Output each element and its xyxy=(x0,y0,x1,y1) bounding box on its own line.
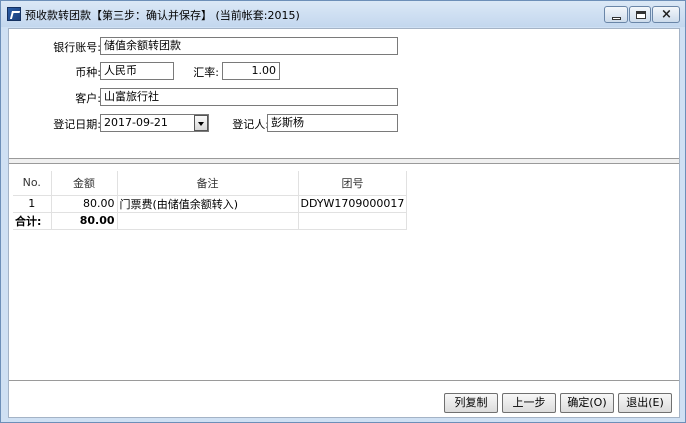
registrant-field[interactable]: 彭斯杨 xyxy=(267,114,398,132)
rate-field[interactable]: 1.00 xyxy=(222,62,280,80)
col-group-header[interactable]: 团号 xyxy=(298,171,408,196)
col-no-header[interactable]: No. xyxy=(13,171,52,196)
registrant-label: 登记人: xyxy=(232,118,269,131)
close-button[interactable]: × xyxy=(652,6,680,23)
panel-splitter[interactable] xyxy=(9,158,679,164)
title-bar[interactable]: 预收款转团款【第三步：确认并保存】 (当前帐套:2015) × xyxy=(1,1,685,27)
maximize-button[interactable] xyxy=(629,6,651,23)
prev-step-button[interactable]: 上一步 xyxy=(502,393,556,413)
bank-account-field[interactable]: 储值余额转团款 xyxy=(100,37,398,55)
row-amount[interactable]: 80.00 xyxy=(51,195,118,213)
client-area: 银行账号: 储值余额转团款 币种: 人民币 汇率: 1.00 客户: 山富旅行社… xyxy=(8,28,680,418)
table-row[interactable]: 1 80.00 门票费(由储值余额转入) DDYW1709000017 xyxy=(13,195,408,213)
window-title: 预收款转团款【第三步：确认并保存】 (当前帐套:2015) xyxy=(25,9,300,22)
button-bar-separator xyxy=(9,380,679,382)
customer-field[interactable]: 山富旅行社 xyxy=(100,88,398,106)
date-label: 登记日期: xyxy=(53,118,101,131)
exit-button[interactable]: 退出(E) xyxy=(618,393,672,413)
date-value: 2017-09-21 xyxy=(104,116,168,129)
detail-grid-panel: No. 金额 备注 团号 1 80.00 门票费(由储值余额转入) DDYW17… xyxy=(9,165,679,379)
copy-column-button[interactable]: 列复制 xyxy=(444,393,498,413)
app-icon xyxy=(7,7,21,21)
date-picker[interactable]: 2017-09-21 xyxy=(100,114,209,132)
total-row: 合计: 80.00 xyxy=(13,212,408,230)
rate-label: 汇率: xyxy=(193,66,219,79)
minimize-button[interactable] xyxy=(604,6,628,23)
customer-label: 客户: xyxy=(75,92,101,105)
currency-field[interactable]: 人民币 xyxy=(100,62,174,80)
form-panel: 银行账号: 储值余额转团款 币种: 人民币 汇率: 1.00 客户: 山富旅行社… xyxy=(9,29,679,157)
row-note[interactable]: 门票费(由储值余额转入) xyxy=(117,195,299,213)
currency-label: 币种: xyxy=(75,66,101,79)
dialog-window: 预收款转团款【第三步：确认并保存】 (当前帐套:2015) × 银行账号: 储值… xyxy=(0,0,686,423)
close-icon: × xyxy=(661,7,672,22)
maximize-icon xyxy=(636,11,646,19)
minimize-icon xyxy=(612,17,621,20)
bank-account-label: 银行账号: xyxy=(53,41,101,54)
total-label: 合计: xyxy=(13,212,52,230)
total-note-cell xyxy=(117,212,299,230)
detail-grid: No. 金额 备注 团号 1 80.00 门票费(由储值余额转入) DDYW17… xyxy=(13,171,408,230)
grid-header-row: No. 金额 备注 团号 xyxy=(13,171,408,196)
chevron-down-icon[interactable] xyxy=(194,115,208,131)
ok-button[interactable]: 确定(O) xyxy=(560,393,614,413)
col-note-header[interactable]: 备注 xyxy=(117,171,299,196)
row-no[interactable]: 1 xyxy=(13,195,52,213)
row-group-no[interactable]: DDYW1709000017 xyxy=(298,195,408,213)
total-amount: 80.00 xyxy=(51,212,118,230)
col-amount-header[interactable]: 金额 xyxy=(51,171,118,196)
total-group-cell xyxy=(298,212,408,230)
